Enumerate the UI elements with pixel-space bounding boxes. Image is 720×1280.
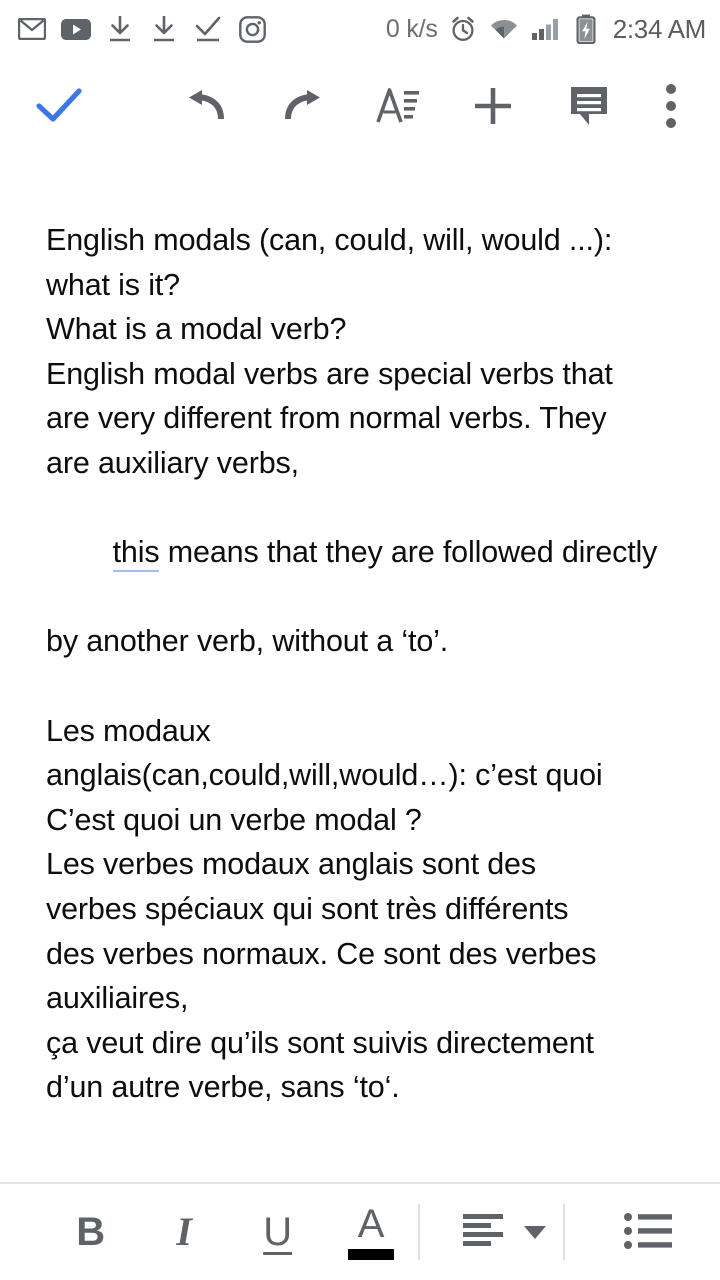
text-color-button[interactable]: A xyxy=(324,1184,417,1280)
bold-icon: B xyxy=(76,1210,106,1254)
undo-icon xyxy=(185,89,229,126)
editor-bottom-toolbar: B I U A xyxy=(0,1182,720,1280)
text-color-icon: A xyxy=(348,1202,395,1260)
download-complete-icon xyxy=(192,13,224,45)
text-color-swatch xyxy=(348,1249,395,1260)
doc-line[interactable]: what is it? xyxy=(46,263,674,308)
doc-line[interactable]: d’un autre verbe, sans ‘to‘. xyxy=(46,1065,674,1110)
clock-text: 2:34 AM xyxy=(612,13,707,44)
align-left-icon xyxy=(462,1212,546,1252)
redo-button[interactable] xyxy=(255,58,350,156)
toolbar-divider-1 xyxy=(417,1204,420,1260)
align-button[interactable] xyxy=(446,1184,563,1280)
more-options-button[interactable] xyxy=(636,58,706,156)
toolbar-divider-2 xyxy=(562,1204,565,1260)
bulleted-list-button[interactable] xyxy=(601,1184,698,1280)
document-page[interactable]: English modals (can, could, will, would … xyxy=(0,156,720,1110)
doc-line[interactable]: are auxiliary verbs, xyxy=(46,441,674,486)
network-speed-text: 0 k/s xyxy=(385,14,438,43)
doc-line[interactable]: ça veut dire qu’ils sont suivis directem… xyxy=(46,1021,674,1066)
doc-line[interactable]: des verbes normaux. Ce sont des verbes xyxy=(46,932,674,977)
status-bar: 0 k/s 2:34 AM xyxy=(0,0,720,58)
redo-icon xyxy=(280,89,324,126)
chevron-down-icon xyxy=(523,1225,546,1239)
italic-button[interactable]: I xyxy=(137,1184,230,1280)
check-icon xyxy=(36,87,82,127)
underline-button[interactable]: U xyxy=(231,1184,324,1280)
doc-line-rest[interactable]: means that they are followed directly xyxy=(159,535,658,569)
document-scroll-area[interactable]: English modals (can, could, will, would … xyxy=(0,156,720,1182)
battery-charging-icon xyxy=(570,13,602,45)
undo-button[interactable] xyxy=(159,58,254,156)
plus-icon xyxy=(472,85,514,130)
doc-line-with-grammar-suggestion[interactable]: this means that they are followed direct… xyxy=(46,486,674,620)
wifi-icon xyxy=(488,13,520,45)
bold-button[interactable]: B xyxy=(44,1184,137,1280)
alarm-clock-icon xyxy=(447,13,479,45)
underline-icon: U xyxy=(263,1210,293,1254)
text-format-button[interactable] xyxy=(350,58,445,156)
doc-line[interactable]: anglais(can,could,will,would…): c’est qu… xyxy=(46,753,674,798)
doc-line[interactable]: C’est quoi un verbe modal ? xyxy=(46,798,674,843)
three-dots-vertical-icon xyxy=(665,83,677,132)
doc-line-blank[interactable] xyxy=(46,664,674,709)
status-bar-system: 0 k/s 2:34 AM xyxy=(386,13,706,45)
download-icon xyxy=(104,13,136,45)
done-button[interactable] xyxy=(0,58,117,156)
instagram-icon xyxy=(236,13,268,45)
doc-line[interactable]: auxiliaires, xyxy=(46,976,674,1021)
italic-icon: I xyxy=(176,1209,192,1254)
gmail-icon xyxy=(16,13,48,45)
grammar-suggestion-word[interactable]: this xyxy=(112,535,160,573)
doc-line[interactable]: What is a modal verb? xyxy=(46,307,674,352)
doc-line[interactable]: verbes spéciaux qui sont très différents xyxy=(46,887,674,932)
status-bar-notifications xyxy=(16,13,268,45)
youtube-icon xyxy=(60,13,92,45)
text-format-icon xyxy=(375,87,421,128)
cellular-signal-icon xyxy=(529,13,561,45)
docs-editor-screen: 0 k/s 2:34 AM English modals (can, could… xyxy=(0,0,720,1280)
comment-icon xyxy=(568,84,610,131)
doc-line[interactable]: by another verb, without a ‘to’. xyxy=(46,619,674,664)
download-icon-2 xyxy=(148,13,180,45)
doc-line[interactable]: Les verbes modaux anglais sont des xyxy=(46,842,674,887)
insert-button[interactable] xyxy=(446,58,541,156)
doc-line[interactable]: are very different from normal verbs. Th… xyxy=(46,396,674,441)
doc-line[interactable]: Les modaux xyxy=(46,709,674,754)
doc-line[interactable]: English modals (can, could, will, would … xyxy=(46,218,674,263)
comment-button[interactable] xyxy=(541,58,636,156)
doc-line[interactable]: English modal verbs are special verbs th… xyxy=(46,352,674,397)
text-color-letter: A xyxy=(357,1202,385,1246)
bulleted-list-icon xyxy=(624,1212,674,1252)
editor-top-toolbar xyxy=(0,58,720,165)
